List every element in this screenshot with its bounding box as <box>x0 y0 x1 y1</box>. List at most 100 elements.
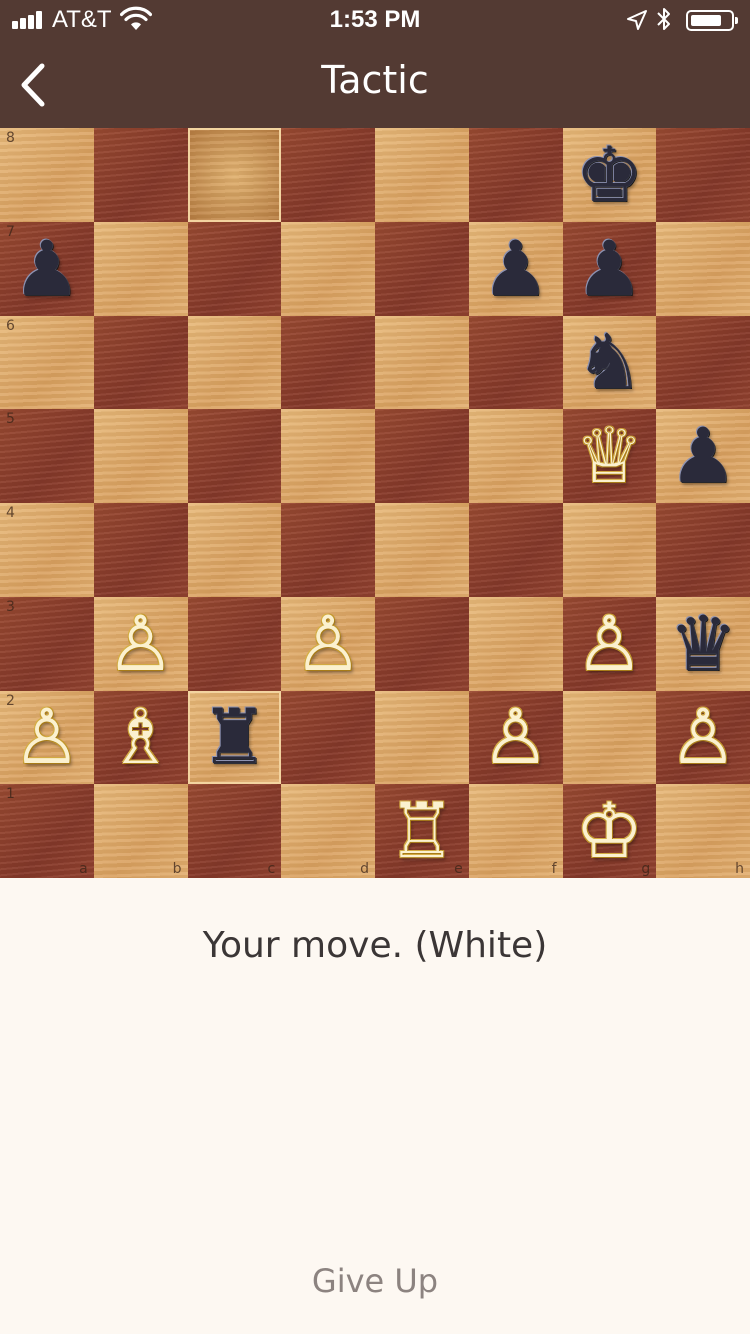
square-c5[interactable] <box>187 409 282 503</box>
square-c4[interactable] <box>187 503 282 597</box>
file-label: d <box>360 861 369 877</box>
square-a8[interactable]: 8 <box>0 128 94 222</box>
white-rook-icon[interactable]: ♖ <box>375 784 469 878</box>
square-a7[interactable]: 7 ♟ <box>0 221 94 316</box>
black-knight-icon[interactable]: ♞ <box>563 316 657 410</box>
battery-icon <box>686 10 738 31</box>
square-h8[interactable] <box>656 128 750 222</box>
square-c2[interactable]: ♜ <box>187 690 282 785</box>
square-g1[interactable]: g ♔ <box>562 784 657 878</box>
square-b2[interactable]: ♗ <box>93 690 188 785</box>
black-king-icon[interactable]: ♚ <box>563 128 657 222</box>
square-h6[interactable] <box>656 315 750 410</box>
square-c1[interactable]: c <box>187 784 282 878</box>
rank-label: 1 <box>6 786 15 803</box>
square-d2[interactable] <box>281 690 375 785</box>
rank-label: 8 <box>6 130 15 146</box>
white-pawn-icon[interactable]: ♙ <box>563 597 657 691</box>
square-d4[interactable] <box>281 503 375 597</box>
square-d3[interactable]: ♙ <box>281 596 375 691</box>
white-pawn-icon[interactable]: ♙ <box>656 691 750 785</box>
chess-board[interactable]: 8 ♚ 7 ♟ ♟ ♟ 6 ♞ 5 ♕ ♟ 4 3 ♙ ♙ ♙ ♛ 2 ♙ ♗ ♜ ♙ ♙ 1 a b c d e ♖ f g ♔ h <box>0 128 750 878</box>
square-h7[interactable] <box>656 221 750 316</box>
status-bar: AT&T 1:53 PM <box>0 0 750 40</box>
location-arrow-icon <box>626 9 648 36</box>
white-queen-icon[interactable]: ♕ <box>563 409 657 503</box>
square-b5[interactable] <box>93 409 188 503</box>
square-e6[interactable] <box>375 315 469 410</box>
square-a2[interactable]: 2 ♙ <box>0 690 94 785</box>
square-h2[interactable]: ♙ <box>656 690 750 785</box>
square-g6[interactable]: ♞ <box>562 315 657 410</box>
rank-label: 5 <box>6 411 15 428</box>
square-c7[interactable] <box>187 221 282 316</box>
square-c6[interactable] <box>187 315 282 410</box>
black-rook-icon[interactable]: ♜ <box>188 691 282 785</box>
square-g8[interactable]: ♚ <box>562 128 657 222</box>
white-king-icon[interactable]: ♔ <box>563 784 657 878</box>
square-f6[interactable] <box>468 315 563 410</box>
white-pawn-icon[interactable]: ♙ <box>0 691 94 785</box>
square-d1[interactable]: d <box>281 784 375 878</box>
square-g2[interactable] <box>562 690 657 785</box>
square-a6[interactable]: 6 <box>0 315 94 410</box>
square-b3[interactable]: ♙ <box>93 596 188 691</box>
rank-label: 4 <box>6 505 15 521</box>
file-label: f <box>551 861 557 877</box>
square-a5[interactable]: 5 <box>0 409 94 503</box>
square-g3[interactable]: ♙ <box>562 596 657 691</box>
white-pawn-icon[interactable]: ♙ <box>94 597 188 691</box>
square-d8[interactable] <box>281 128 375 222</box>
square-h4[interactable] <box>656 503 750 597</box>
square-f8[interactable] <box>468 128 563 222</box>
square-d7[interactable] <box>281 221 375 316</box>
square-f5[interactable] <box>468 409 563 503</box>
square-e5[interactable] <box>375 409 469 503</box>
white-pawn-icon[interactable]: ♙ <box>281 597 375 691</box>
square-a3[interactable]: 3 <box>0 596 94 691</box>
square-h5[interactable]: ♟ <box>656 409 750 503</box>
square-b8[interactable] <box>93 128 188 222</box>
black-pawn-icon[interactable]: ♟ <box>0 222 94 316</box>
square-a4[interactable]: 4 <box>0 503 94 597</box>
square-e2[interactable] <box>375 690 469 785</box>
black-pawn-icon[interactable]: ♟ <box>469 222 563 316</box>
square-f7[interactable]: ♟ <box>468 221 563 316</box>
square-f2[interactable]: ♙ <box>468 690 563 785</box>
battery-level <box>691 15 721 26</box>
square-c8[interactable] <box>187 128 282 222</box>
square-e4[interactable] <box>375 503 469 597</box>
page-title: Tactic <box>321 58 429 102</box>
square-b1[interactable]: b <box>93 784 188 878</box>
square-d6[interactable] <box>281 315 375 410</box>
square-f4[interactable] <box>468 503 563 597</box>
square-d5[interactable] <box>281 409 375 503</box>
square-e3[interactable] <box>375 596 469 691</box>
square-e1[interactable]: e ♖ <box>375 784 469 878</box>
square-g4[interactable] <box>562 503 657 597</box>
square-e7[interactable] <box>375 221 469 316</box>
square-g7[interactable]: ♟ <box>562 221 657 316</box>
square-b4[interactable] <box>93 503 188 597</box>
square-h3[interactable]: ♛ <box>656 596 750 691</box>
rank-label: 6 <box>6 317 15 334</box>
square-a1[interactable]: 1a <box>0 784 94 878</box>
black-pawn-icon[interactable]: ♟ <box>656 409 750 503</box>
square-b7[interactable] <box>93 221 188 316</box>
square-f3[interactable] <box>468 596 563 691</box>
square-h1[interactable]: h <box>656 784 750 878</box>
square-c3[interactable] <box>187 596 282 691</box>
file-label: h <box>735 861 744 877</box>
bluetooth-icon <box>656 5 672 40</box>
give-up-button[interactable]: Give Up <box>0 1262 750 1300</box>
white-pawn-icon[interactable]: ♙ <box>469 691 563 785</box>
square-g5[interactable]: ♕ <box>562 409 657 503</box>
black-pawn-icon[interactable]: ♟ <box>563 222 657 316</box>
square-b6[interactable] <box>93 315 188 410</box>
white-bishop-icon[interactable]: ♗ <box>94 691 188 785</box>
square-e8[interactable] <box>375 128 469 222</box>
top-bar: AT&T 1:53 PM Tactic <box>0 0 750 128</box>
black-queen-icon[interactable]: ♛ <box>656 597 750 691</box>
square-f1[interactable]: f <box>468 784 563 878</box>
turn-message: Your move. (White) <box>202 925 548 966</box>
